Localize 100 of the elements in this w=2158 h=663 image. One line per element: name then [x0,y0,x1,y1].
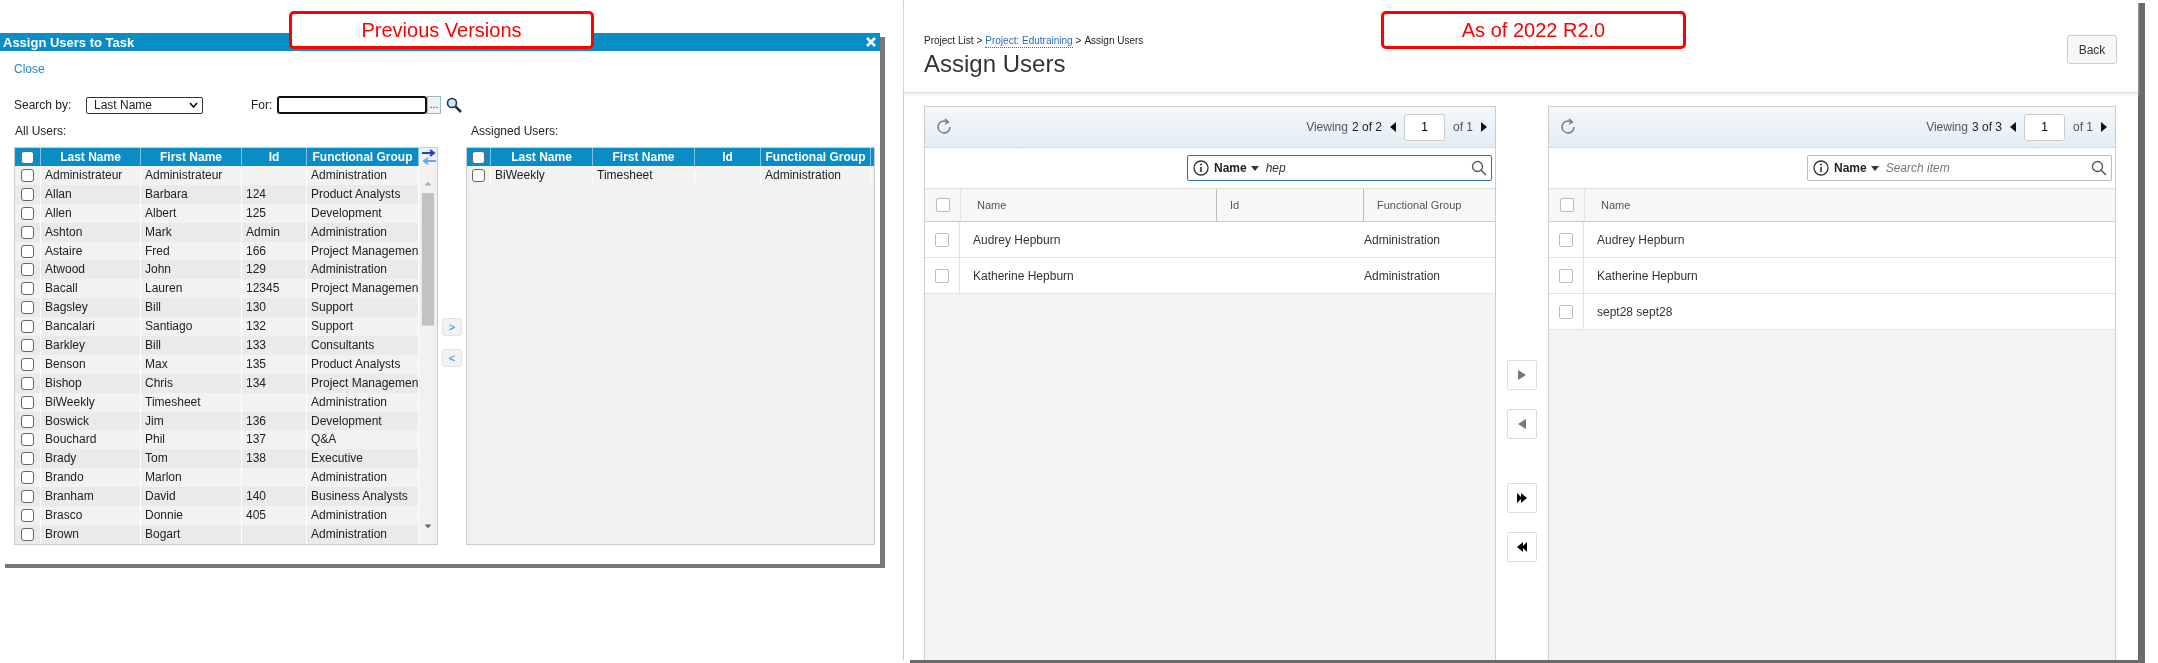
field-label: Search by: [14,98,73,112]
back-button[interactable]: Back [2067,35,2117,64]
caret-icon [1250,165,1259,171]
breadcrumb-separator: > [1075,35,1082,48]
checkbox[interactable] [1559,232,1573,247]
page-field[interactable]: 1 [2024,113,2065,141]
table-cell: Administration [1364,232,1441,247]
breadcrumb-item[interactable]: Assign Users [1084,35,1144,48]
checkbox[interactable] [21,301,34,315]
checkbox[interactable] [21,471,34,485]
table-cell: Consultants [307,336,419,355]
checkbox[interactable] [21,414,34,428]
close-icon[interactable] [866,37,876,47]
search-by-select[interactable]: Last Name [86,96,203,114]
swap-arrows-icon[interactable] [420,149,437,165]
move-all-right-button[interactable] [1507,483,1537,513]
table-cell: 133 [242,336,307,355]
move-button[interactable]: < [442,349,462,367]
search-icon[interactable] [2091,160,2107,176]
checkbox[interactable] [935,268,949,283]
checkbox[interactable] [21,338,34,352]
checkbox[interactable] [21,168,34,182]
move-all-left-button[interactable] [1507,532,1537,562]
checkbox[interactable] [1559,304,1573,319]
filter-dropdown[interactable]: Name [1834,161,1879,175]
breadcrumb-link[interactable]: Project: Edutraining [985,35,1073,48]
checkbox[interactable] [21,490,34,504]
search-icon[interactable] [1471,160,1487,176]
table-cell: Audrey Hepburn [1597,232,1685,247]
table-cell: Bill [141,336,242,355]
table-cell: Barkley [41,336,141,355]
column-header[interactable]: Id [1216,189,1363,221]
filter-dropdown[interactable]: Name [1214,161,1259,175]
breadcrumb-separator: > [976,35,983,48]
checkbox[interactable] [21,320,34,334]
next-page-icon[interactable] [1481,122,1487,132]
checkbox[interactable] [472,150,485,164]
table-cell: Timesheet [593,166,695,185]
previous-page-icon[interactable] [2010,122,2016,132]
double-left-triangle-icon[interactable] [1516,541,1528,553]
checkbox[interactable] [21,509,34,522]
search-field[interactable]: Name hep [1187,155,1492,181]
record-count: 2 of 2 [1351,120,1382,134]
checkbox[interactable] [21,206,34,220]
checkbox[interactable] [21,282,34,296]
checkbox[interactable] [472,168,485,182]
table-cell: Ashton [41,222,141,242]
search-field[interactable]: Name Search item [1807,155,2112,181]
table-cell: Product Analysts [307,184,419,204]
checkbox[interactable] [21,225,34,239]
checkbox[interactable] [21,357,34,371]
table-cell: 405 [242,506,307,525]
lookup-button[interactable]: ... [427,96,441,114]
previous-page-icon[interactable] [1390,122,1396,132]
breadcrumb-item[interactable]: Project List [924,35,974,48]
column-header[interactable]: Name [1584,189,2115,221]
page-total: of 1 [2073,120,2093,134]
move-button[interactable]: > [442,318,462,336]
page-field[interactable]: 1 [1404,113,1445,141]
checkbox[interactable] [21,150,34,164]
close-link[interactable]: Close [14,62,45,76]
annotation-label: Previous Versions [289,11,594,49]
table-cell: 125 [242,203,307,223]
viewing-label: Viewing [1306,120,1348,134]
checkbox[interactable] [21,452,34,466]
annotation-label: As of 2022 R2.0 [1381,11,1686,49]
table-cell: Barbara [141,184,242,204]
refresh-icon[interactable] [1559,118,1577,136]
checkbox[interactable] [21,263,34,277]
checkbox[interactable] [21,187,34,201]
double-right-triangle-icon[interactable] [1516,492,1528,504]
checkbox[interactable] [1559,198,1574,212]
checkbox[interactable] [935,198,950,212]
table-cell: 124 [242,184,307,204]
section-label: Assigned Users: [471,124,559,140]
caret-icon [189,102,198,108]
table-cell: Katherine Hepburn [1597,268,1698,283]
checkbox[interactable] [935,232,949,247]
next-page-icon[interactable] [2101,122,2107,132]
column-header[interactable]: Name [960,189,1216,221]
checkbox[interactable] [21,244,34,258]
table-cell: BiWeekly [41,392,141,412]
refresh-icon[interactable] [935,118,953,136]
table-cell: Donnie [141,506,242,525]
table-cell: Mark [141,222,242,242]
table-cell: Brown [41,524,141,544]
table-cell: Administration [307,392,419,412]
checkbox[interactable] [1559,268,1573,283]
checkbox[interactable] [21,376,34,390]
page-total: of 1 [1453,120,1473,134]
column-header[interactable]: Functional Group [1363,189,1495,221]
checkbox[interactable] [21,527,34,541]
table-cell: Administrateur [141,166,242,185]
search-field[interactable] [277,96,427,114]
table-cell: Administrateur [41,166,141,185]
search-icon[interactable] [446,97,462,113]
table-cell: Allen [41,203,141,223]
table-cell: Product Analysts [307,354,419,374]
checkbox[interactable] [21,395,34,409]
checkbox[interactable] [21,433,34,447]
